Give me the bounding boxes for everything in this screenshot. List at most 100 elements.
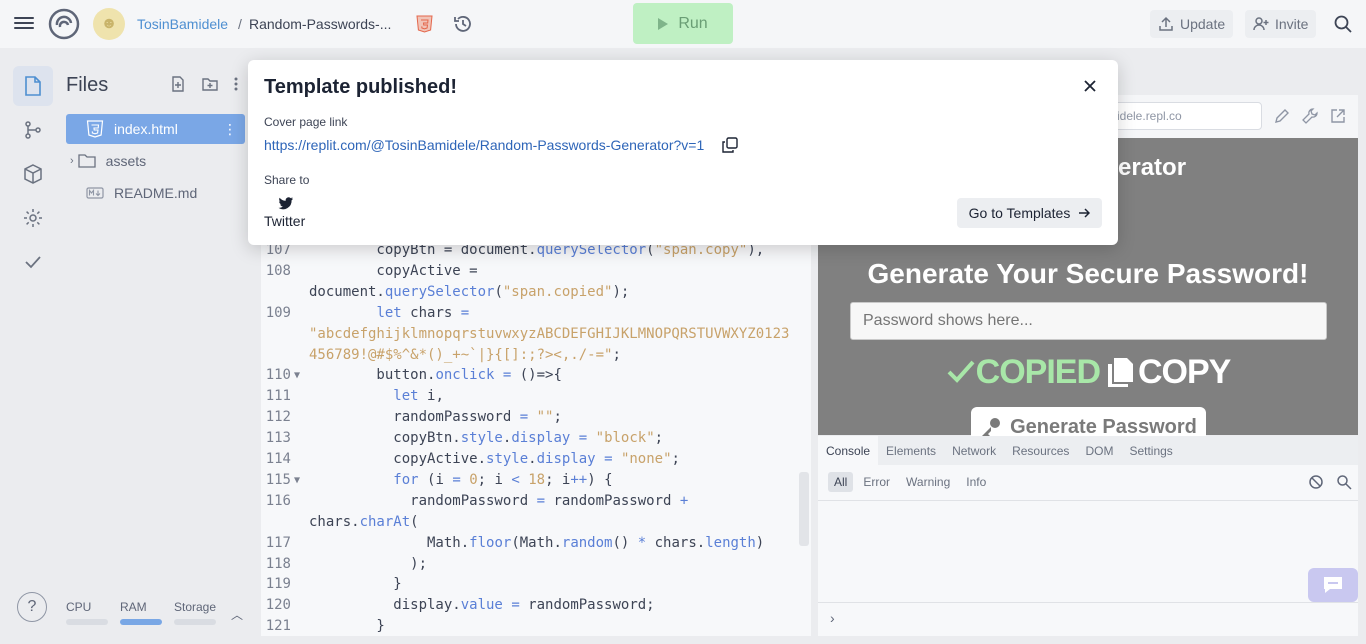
line-number: 116: [265, 492, 291, 509]
filter-warning[interactable]: Warning: [900, 472, 956, 492]
code-line[interactable]: 121 }: [261, 616, 811, 636]
code-line[interactable]: 109 let chars =: [261, 303, 811, 324]
rail-files[interactable]: [13, 66, 53, 106]
code-line[interactable]: 119 }: [261, 574, 811, 595]
file-item-assets[interactable]: › assets: [66, 146, 245, 176]
devtools-panel: Console Elements Network Resources DOM S…: [818, 436, 1358, 636]
code-text: );: [309, 555, 428, 572]
devtools-tab-elements[interactable]: Elements: [878, 436, 944, 465]
open-new-tab-icon[interactable]: [1330, 108, 1346, 124]
console-input-divider: [818, 602, 1358, 603]
invite-label: Invite: [1275, 16, 1309, 32]
code-line[interactable]: 115 ▼ for (i = 0; i < 18; i++) {: [261, 470, 811, 491]
code-line[interactable]: 108 copyActive =: [261, 261, 811, 282]
files-panel: Files index.html ⋮ › assets README.md CP…: [58, 62, 255, 638]
search-console-icon[interactable]: [1336, 474, 1352, 490]
code-text: }: [309, 618, 385, 635]
rail-settings[interactable]: [13, 198, 53, 238]
rail-git[interactable]: [13, 110, 53, 150]
code-line[interactable]: 111 let i,: [261, 386, 811, 407]
code-line[interactable]: 120 display.value = randomPassword;: [261, 595, 811, 616]
filter-error[interactable]: Error: [857, 472, 896, 492]
code-line[interactable]: 112 randomPassword = "";: [261, 407, 811, 428]
line-number: 111: [265, 388, 291, 405]
line-number: 108: [265, 262, 291, 279]
chat-button[interactable]: [1308, 568, 1358, 602]
filter-all[interactable]: All: [828, 472, 854, 492]
code-line[interactable]: 456789!@#$%^&*()_+~`|}{[]:;?><,./-=";: [261, 345, 811, 366]
check-icon: [25, 256, 41, 269]
update-label: Update: [1180, 16, 1226, 32]
filter-info[interactable]: Info: [960, 472, 992, 492]
code-line[interactable]: 118 );: [261, 554, 811, 575]
search-icon[interactable]: [1333, 14, 1353, 34]
new-folder-icon[interactable]: [202, 76, 218, 92]
webview-url[interactable]: idele.repl.co: [1110, 102, 1262, 130]
close-icon[interactable]: [1080, 76, 1100, 96]
file-item-index-html[interactable]: index.html ⋮: [66, 114, 245, 144]
breadcrumb-repl-name[interactable]: Random-Passwords-...: [249, 16, 391, 32]
devtools-tab-dom[interactable]: DOM: [1077, 436, 1121, 465]
devtools-wrench-icon[interactable]: [1302, 108, 1318, 124]
code-line[interactable]: 113 copyBtn.style.display = "block";: [261, 428, 811, 449]
code-text: randomPassword = randomPassword +: [309, 492, 689, 509]
devtools-tab-console[interactable]: Console: [818, 436, 879, 465]
code-text: let chars =: [376, 304, 470, 321]
code-line[interactable]: 114 copyActive.style.display = "none";: [261, 449, 811, 470]
history-icon[interactable]: [453, 14, 473, 34]
run-button[interactable]: Run: [633, 3, 733, 44]
go-to-templates-button[interactable]: Go to Templates: [957, 198, 1102, 228]
devtools-tab-network[interactable]: Network: [944, 436, 1004, 465]
cpu-label: CPU: [66, 600, 92, 614]
chevron-up-icon[interactable]: ︿: [231, 606, 243, 623]
rail-packages[interactable]: [13, 154, 53, 194]
line-number: 114: [265, 451, 291, 467]
code-line[interactable]: 116 randomPassword = randomPassword +: [261, 491, 811, 512]
devtools-tab-resources[interactable]: Resources: [1004, 436, 1077, 465]
code-line[interactable]: chars.charAt(: [261, 512, 811, 533]
breadcrumb-separator: /: [238, 16, 242, 32]
line-number: 117: [265, 534, 291, 551]
code-line[interactable]: 117 Math.floor(Math.random() * chars.len…: [261, 533, 811, 554]
edit-icon[interactable]: [1274, 108, 1290, 124]
update-button[interactable]: Update: [1150, 10, 1234, 38]
file-item-readme[interactable]: README.md: [66, 178, 245, 208]
cpu-bar: [66, 619, 108, 625]
check-icon: [947, 360, 975, 383]
ram-bar: [120, 619, 162, 625]
repl-avatar[interactable]: ☻: [93, 8, 125, 40]
fold-toggle-icon[interactable]: ▼: [294, 365, 300, 386]
replit-logo-icon[interactable]: [48, 8, 80, 40]
clear-console-icon[interactable]: [1308, 474, 1324, 490]
line-number: 120: [265, 597, 291, 614]
copy-label[interactable]: COPY: [1138, 353, 1231, 392]
more-options-icon[interactable]: [234, 76, 238, 92]
markdown-icon: [86, 187, 104, 199]
help-button[interactable]: ?: [17, 592, 47, 622]
new-file-icon[interactable]: [170, 76, 186, 92]
play-icon: [658, 17, 669, 30]
rail-checks[interactable]: [13, 242, 53, 282]
cover-page-link[interactable]: https://replit.com/@TosinBamidele/Random…: [264, 137, 704, 153]
devtools-tab-settings[interactable]: Settings: [1121, 436, 1180, 465]
fold-toggle-icon[interactable]: ▼: [294, 470, 300, 491]
code-text: let i,: [393, 388, 444, 405]
chat-icon: [1324, 577, 1342, 593]
password-input[interactable]: [850, 302, 1327, 340]
code-text: for (i = 0; i < 18; i++) {: [393, 471, 613, 488]
twitter-label[interactable]: Twitter: [264, 213, 305, 229]
files-actions: [170, 76, 238, 92]
copy-link-icon[interactable]: [722, 137, 738, 153]
twitter-icon[interactable]: [278, 195, 294, 211]
line-number: 121: [265, 618, 291, 635]
code-line[interactable]: document.querySelector("span.copied");: [261, 282, 811, 303]
menu-icon[interactable]: [12, 14, 36, 34]
dialog-title: Template published!: [264, 76, 457, 98]
invite-button[interactable]: Invite: [1245, 10, 1317, 38]
console-prompt[interactable]: ›: [830, 610, 835, 626]
code-line[interactable]: 110 ▼ button.onclick = ()=>{: [261, 365, 811, 386]
package-icon: [24, 164, 42, 184]
file-more-icon[interactable]: ⋮: [223, 121, 237, 138]
breadcrumb-user[interactable]: TosinBamidele: [137, 16, 228, 32]
code-line[interactable]: "abcdefghijklmnopqrstuvwxyzABCDEFGHIJKLM…: [261, 324, 811, 345]
